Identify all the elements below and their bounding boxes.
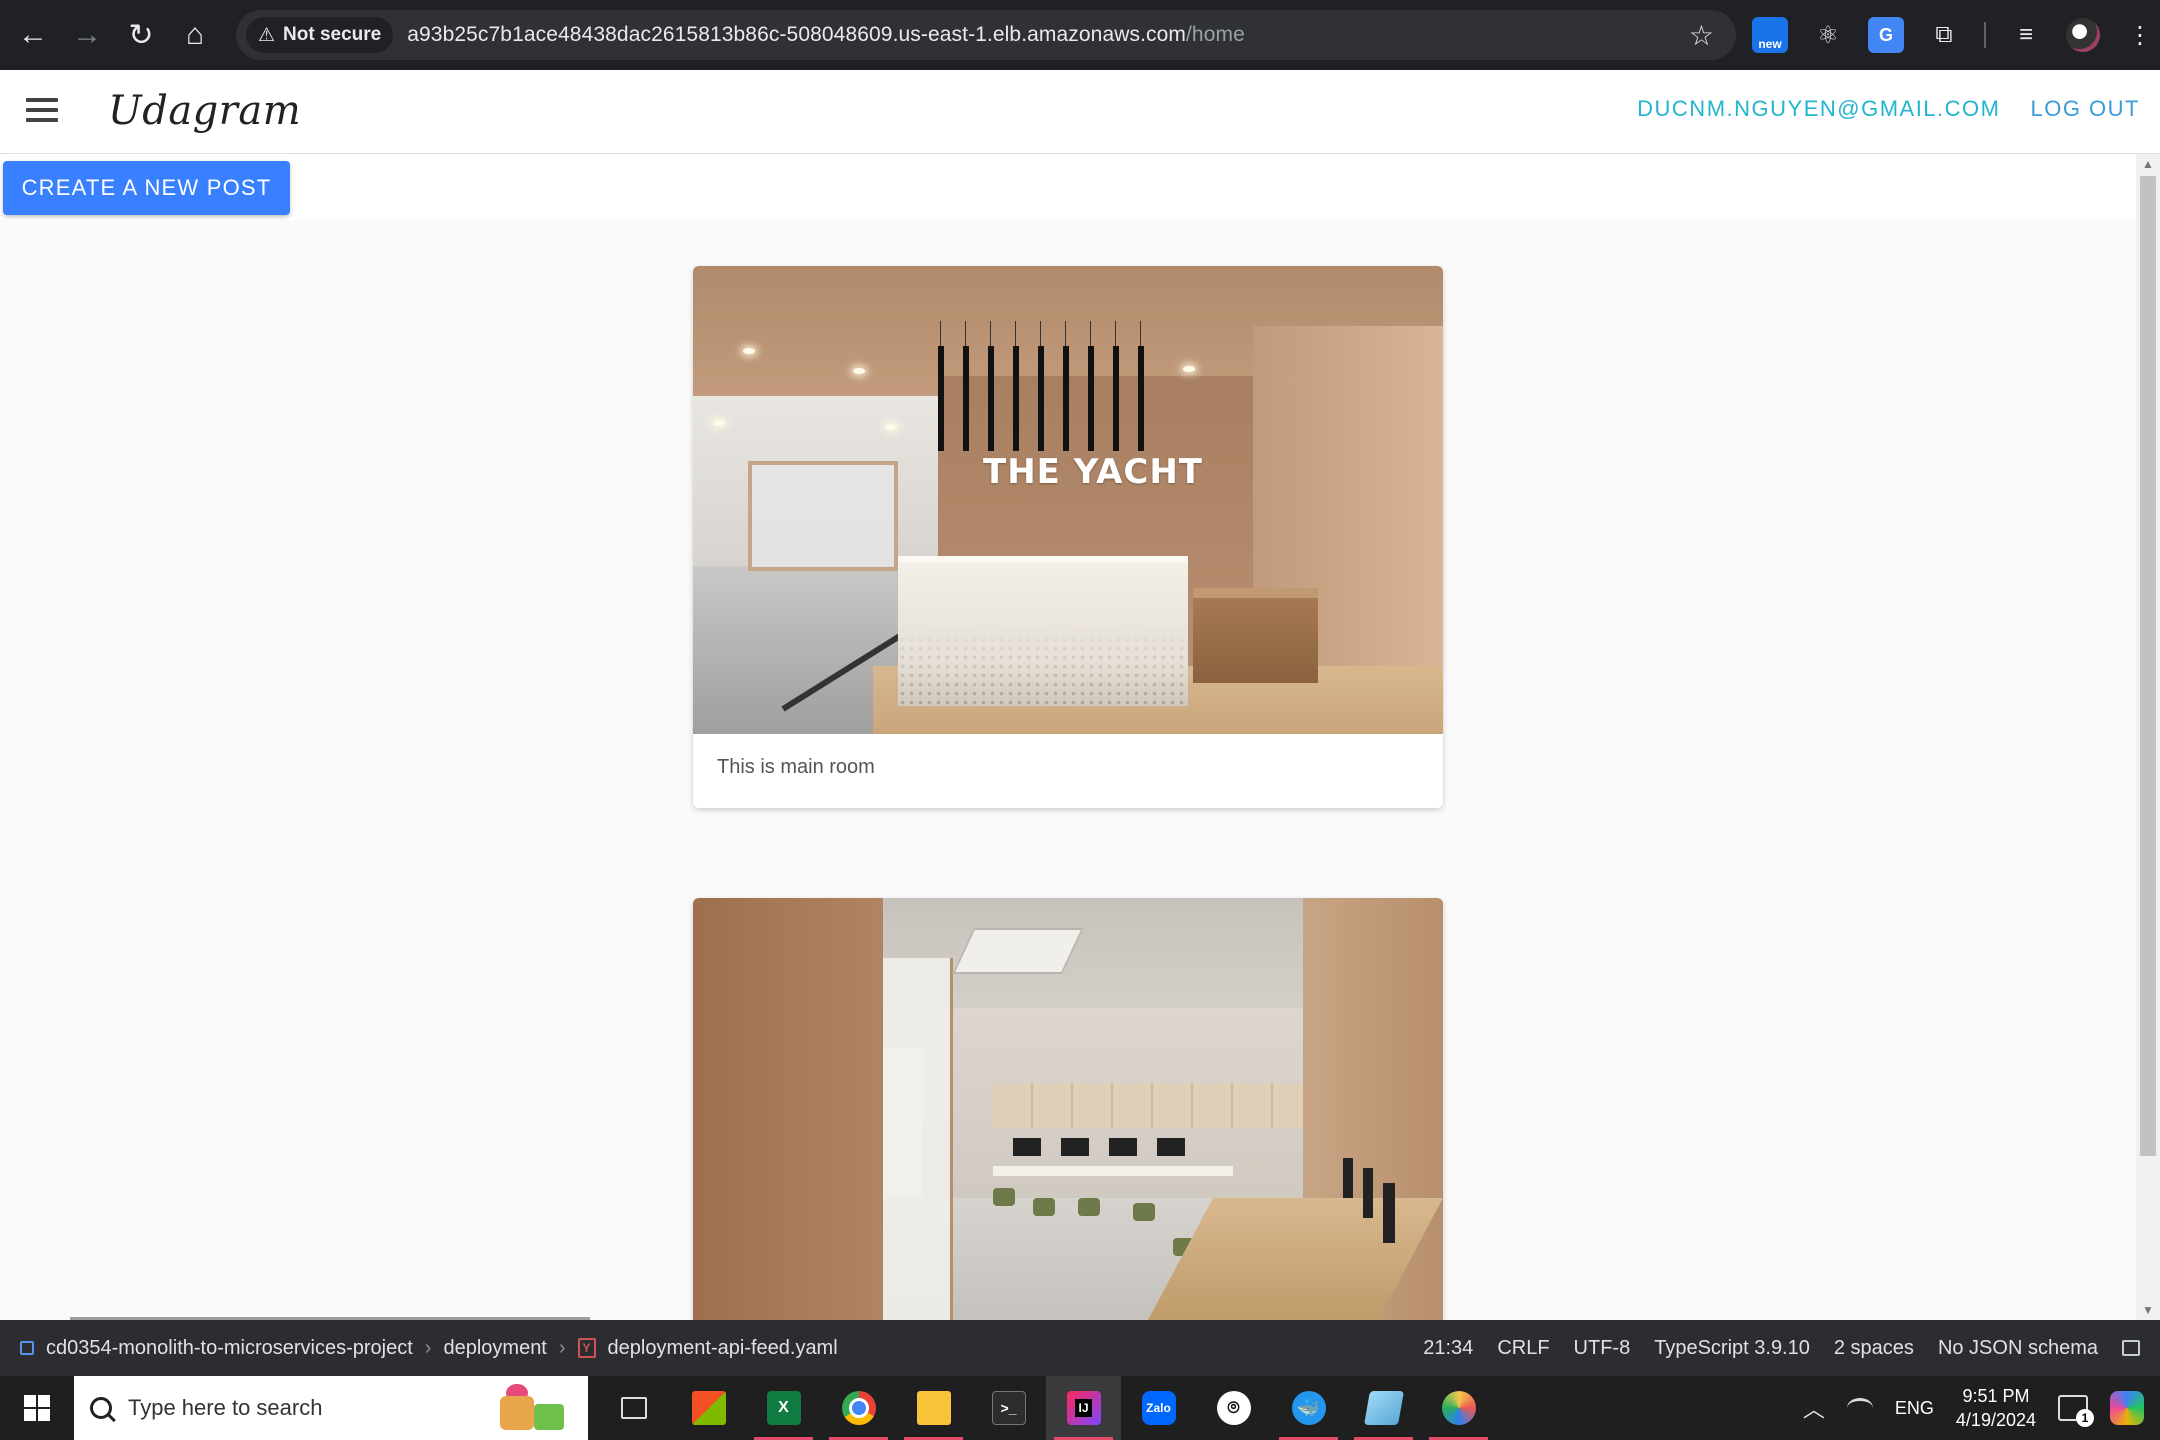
post-image: THE YACHT xyxy=(693,266,1443,734)
app-brand: Udagram xyxy=(108,88,302,134)
extensions-puzzle-icon[interactable]: ⧉ xyxy=(1926,17,1962,53)
chevron-right-icon: › xyxy=(424,1336,432,1359)
input-language[interactable]: ENG xyxy=(1895,1398,1934,1419)
ide-status-bar: cd0354-monolith-to-microservices-project… xyxy=(0,1320,2160,1376)
extension-badge: new xyxy=(1758,37,1782,51)
start-button[interactable] xyxy=(0,1376,74,1440)
terminal-icon[interactable]: >_ xyxy=(971,1376,1046,1440)
header-links: DUCNM.NGUYEN@GMAIL.COM LOG OUT xyxy=(1637,96,2140,122)
github-glyph: ⌾ xyxy=(1216,1391,1251,1425)
post-feed: THE YACHT This is main room xyxy=(0,220,2136,1320)
notepad-icon[interactable] xyxy=(1346,1376,1421,1440)
microsoft-store-icon[interactable] xyxy=(671,1376,746,1440)
json-schema[interactable]: No JSON schema xyxy=(1938,1337,2098,1360)
clock-date: 4/19/2024 xyxy=(1955,1410,2036,1430)
file-encoding[interactable]: UTF-8 xyxy=(1574,1337,1631,1360)
breadcrumb-folder[interactable]: deployment xyxy=(443,1337,546,1360)
clock-time: 9:51 PM xyxy=(1962,1386,2030,1406)
system-clock[interactable]: 9:51 PM 4/19/2024 xyxy=(1956,1384,2036,1432)
status-widgets: 21:34 CRLF UTF-8 TypeScript 3.9.10 2 spa… xyxy=(1423,1320,2140,1376)
github-desktop-icon[interactable]: ⌾ xyxy=(1196,1376,1271,1440)
project-icon xyxy=(20,1341,34,1355)
copilot-icon[interactable] xyxy=(2110,1391,2144,1425)
search-icon xyxy=(85,1392,117,1424)
scrollbar-thumb[interactable] xyxy=(2140,176,2156,1156)
yaml-file-icon: Y xyxy=(577,1338,596,1358)
action-strip xyxy=(0,154,2136,220)
extensions-area: new ⚛ G ⧉ ≡ ⋮ xyxy=(1752,10,2158,60)
security-label: Not secure xyxy=(283,24,382,45)
app-header: Udagram DUCNM.NGUYEN@GMAIL.COM LOG OUT xyxy=(0,70,2160,154)
forward-icon[interactable]: → xyxy=(60,8,114,62)
search-placeholder: Type here to search xyxy=(128,1395,323,1420)
excel-glyph: X xyxy=(766,1391,801,1425)
post-image-sign: THE YACHT xyxy=(983,452,1203,492)
breadcrumb-project[interactable]: cd0354-monolith-to-microservices-project xyxy=(46,1337,413,1360)
screen: ← → ↻ ⌂ ⚠ Not secure a93b25c7b1ace48438d… xyxy=(0,0,2160,1440)
post-image xyxy=(693,898,1443,1320)
chevron-right-icon: › xyxy=(558,1336,566,1359)
zalo-glyph: Zalo xyxy=(1141,1391,1176,1425)
page-scrollbar[interactable]: ▲ ▼ xyxy=(2136,154,2160,1320)
post-card xyxy=(693,898,1443,1320)
excel-icon[interactable]: X xyxy=(746,1376,821,1440)
lock-icon[interactable] xyxy=(2122,1340,2140,1356)
url-host: a93b25c7b1ace48438dac2615813b86c-5080486… xyxy=(407,23,1186,46)
post-card: THE YACHT This is main room xyxy=(693,266,1443,808)
zalo-icon[interactable]: Zalo xyxy=(1121,1376,1196,1440)
home-icon[interactable]: ⌂ xyxy=(168,8,222,62)
back-icon[interactable]: ← xyxy=(6,8,60,62)
url-path: /home xyxy=(1186,23,1245,46)
media-control-icon[interactable]: ≡ xyxy=(2008,17,2044,53)
paint-icon[interactable] xyxy=(1421,1376,1496,1440)
chrome-icon[interactable] xyxy=(821,1376,896,1440)
breadcrumb-file[interactable]: deployment-api-feed.yaml xyxy=(608,1337,838,1360)
new-extension-icon[interactable]: new xyxy=(1752,17,1788,53)
post-caption: This is main room xyxy=(717,756,875,778)
intellij-idea-icon[interactable]: IJ xyxy=(1046,1376,1121,1440)
logout-link[interactable]: LOG OUT xyxy=(2030,96,2140,122)
notification-badge: 1 xyxy=(2076,1409,2094,1427)
search-highlight-icon xyxy=(492,1382,572,1434)
reload-icon[interactable]: ↻ xyxy=(114,8,168,62)
windows-logo-icon xyxy=(24,1395,50,1421)
language-version[interactable]: TypeScript 3.9.10 xyxy=(1654,1337,1810,1360)
url-text[interactable]: a93b25c7b1ace48438dac2615813b86c-5080486… xyxy=(407,23,1245,47)
bookmark-star-icon[interactable]: ☆ xyxy=(1689,19,1714,52)
translate-glyph: G xyxy=(1878,24,1893,45)
hamburger-menu-icon[interactable] xyxy=(26,98,58,122)
chevron-up-icon[interactable]: ︿ xyxy=(1803,1392,1825,1424)
notification-icon[interactable]: 1 xyxy=(2058,1395,2094,1427)
pinned-apps: X >_ IJ Zalo ⌾ 🐳 xyxy=(596,1376,1496,1440)
system-tray: ︿ ENG 9:51 PM 4/19/2024 1 xyxy=(1803,1376,2160,1440)
terminal-glyph: >_ xyxy=(991,1391,1026,1425)
toolbar-divider xyxy=(1984,22,1986,48)
site-info-chip[interactable]: ⚠ Not secure xyxy=(246,17,394,53)
indent-setting[interactable]: 2 spaces xyxy=(1834,1337,1914,1360)
line-separator[interactable]: CRLF xyxy=(1497,1337,1549,1360)
cursor-position[interactable]: 21:34 xyxy=(1423,1337,1473,1360)
docker-icon[interactable]: 🐳 xyxy=(1271,1376,1346,1440)
address-bar[interactable]: ⚠ Not secure a93b25c7b1ace48438dac261581… xyxy=(236,10,1736,60)
file-explorer-icon[interactable] xyxy=(896,1376,971,1440)
docker-glyph: 🐳 xyxy=(1291,1391,1326,1425)
web-page: Udagram DUCNM.NGUYEN@GMAIL.COM LOG OUT C… xyxy=(0,70,2160,1320)
taskbar-search[interactable]: Type here to search xyxy=(74,1376,588,1440)
file-breadcrumb: cd0354-monolith-to-microservices-project… xyxy=(20,1337,838,1360)
browser-menu-icon[interactable]: ⋮ xyxy=(2122,17,2158,53)
idea-glyph: IJ xyxy=(1075,1399,1092,1417)
google-translate-icon[interactable]: G xyxy=(1868,17,1904,53)
windows-taskbar: Type here to search X >_ IJ Zalo ⌾ 🐳 ︿ E… xyxy=(0,1376,2160,1440)
wifi-icon[interactable] xyxy=(1846,1398,1873,1418)
create-post-button[interactable]: CREATE A NEW POST xyxy=(3,161,290,215)
task-view-icon[interactable] xyxy=(596,1376,671,1440)
browser-toolbar: ← → ↻ ⌂ ⚠ Not secure a93b25c7b1ace48438d… xyxy=(0,0,2160,70)
scroll-down-icon[interactable]: ▼ xyxy=(2136,1300,2160,1320)
warning-icon: ⚠ xyxy=(258,24,276,46)
user-email-link[interactable]: DUCNM.NGUYEN@GMAIL.COM xyxy=(1637,96,2000,122)
profile-avatar[interactable] xyxy=(2066,18,2100,52)
scroll-up-icon[interactable]: ▲ xyxy=(2136,154,2160,174)
react-devtools-icon[interactable]: ⚛ xyxy=(1810,17,1846,53)
